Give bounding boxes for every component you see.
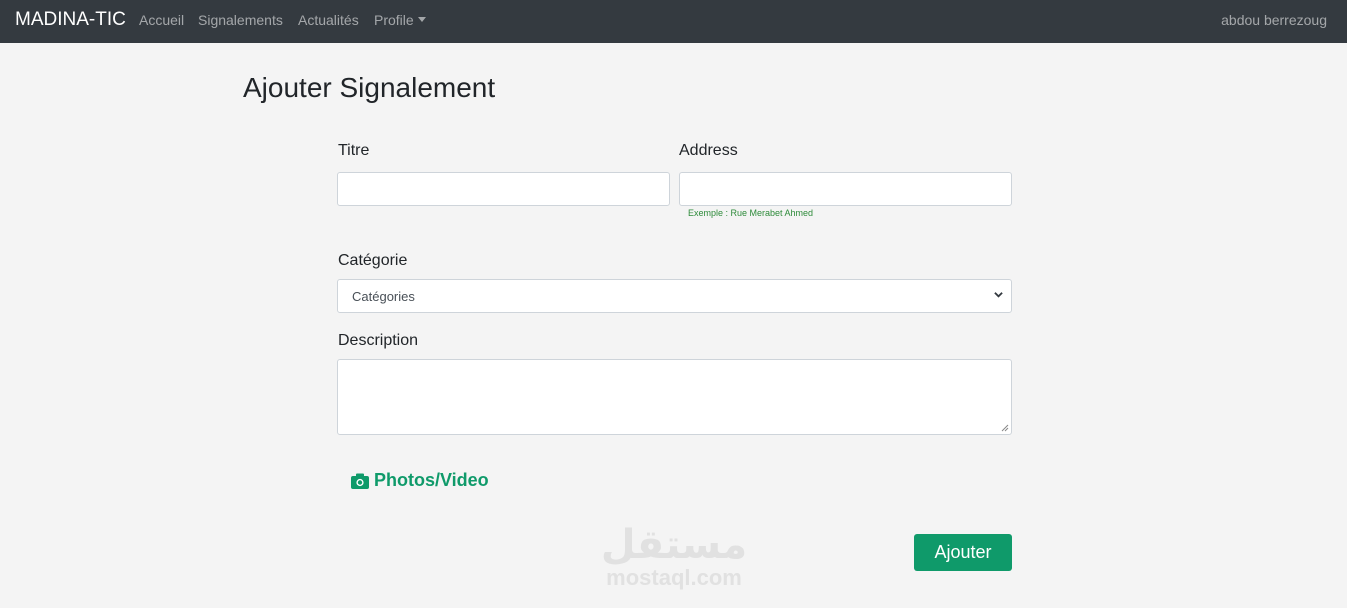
- watermark-arabic: مستقل: [600, 522, 748, 568]
- chevron-down-icon: [994, 292, 1003, 298]
- brand-link[interactable]: MADINA-TIC: [15, 9, 126, 31]
- nav-user-name[interactable]: abdou berrezoug: [1221, 12, 1327, 28]
- categorie-selected-value: Catégories: [352, 289, 415, 304]
- nav-profile-label: Profile: [374, 12, 414, 28]
- categorie-label: Catégorie: [338, 252, 408, 269]
- ajouter-button[interactable]: Ajouter: [914, 534, 1012, 571]
- watermark: مستقل mostaql.com: [593, 525, 755, 595]
- photos-video-button[interactable]: Photos/Video: [351, 470, 489, 491]
- navbar: MADINA-TIC Accueil Signalements Actualit…: [0, 0, 1347, 43]
- camera-icon: [351, 473, 369, 489]
- nav-link-accueil[interactable]: Accueil: [139, 12, 184, 28]
- resize-grip-icon[interactable]: [1001, 424, 1009, 432]
- description-label: Description: [338, 332, 419, 349]
- nav-dropdown-profile[interactable]: Profile: [374, 12, 426, 28]
- address-help-text: Exemple : Rue Merabet Ahmed: [688, 208, 814, 218]
- categorie-select[interactable]: Catégories: [337, 279, 1012, 313]
- watermark-latin: mostaql.com: [606, 565, 742, 590]
- titre-input[interactable]: [337, 172, 670, 206]
- address-input[interactable]: [679, 172, 1012, 206]
- caret-down-icon: [417, 17, 426, 22]
- titre-label: Titre: [338, 142, 370, 159]
- address-label: Address: [679, 142, 738, 159]
- page-title: Ajouter Signalement: [243, 72, 496, 103]
- description-textarea[interactable]: [337, 359, 1012, 435]
- nav-link-actualites[interactable]: Actualités: [298, 12, 359, 28]
- photos-video-label: Photos/Video: [374, 470, 489, 490]
- nav-link-signalements[interactable]: Signalements: [198, 12, 283, 28]
